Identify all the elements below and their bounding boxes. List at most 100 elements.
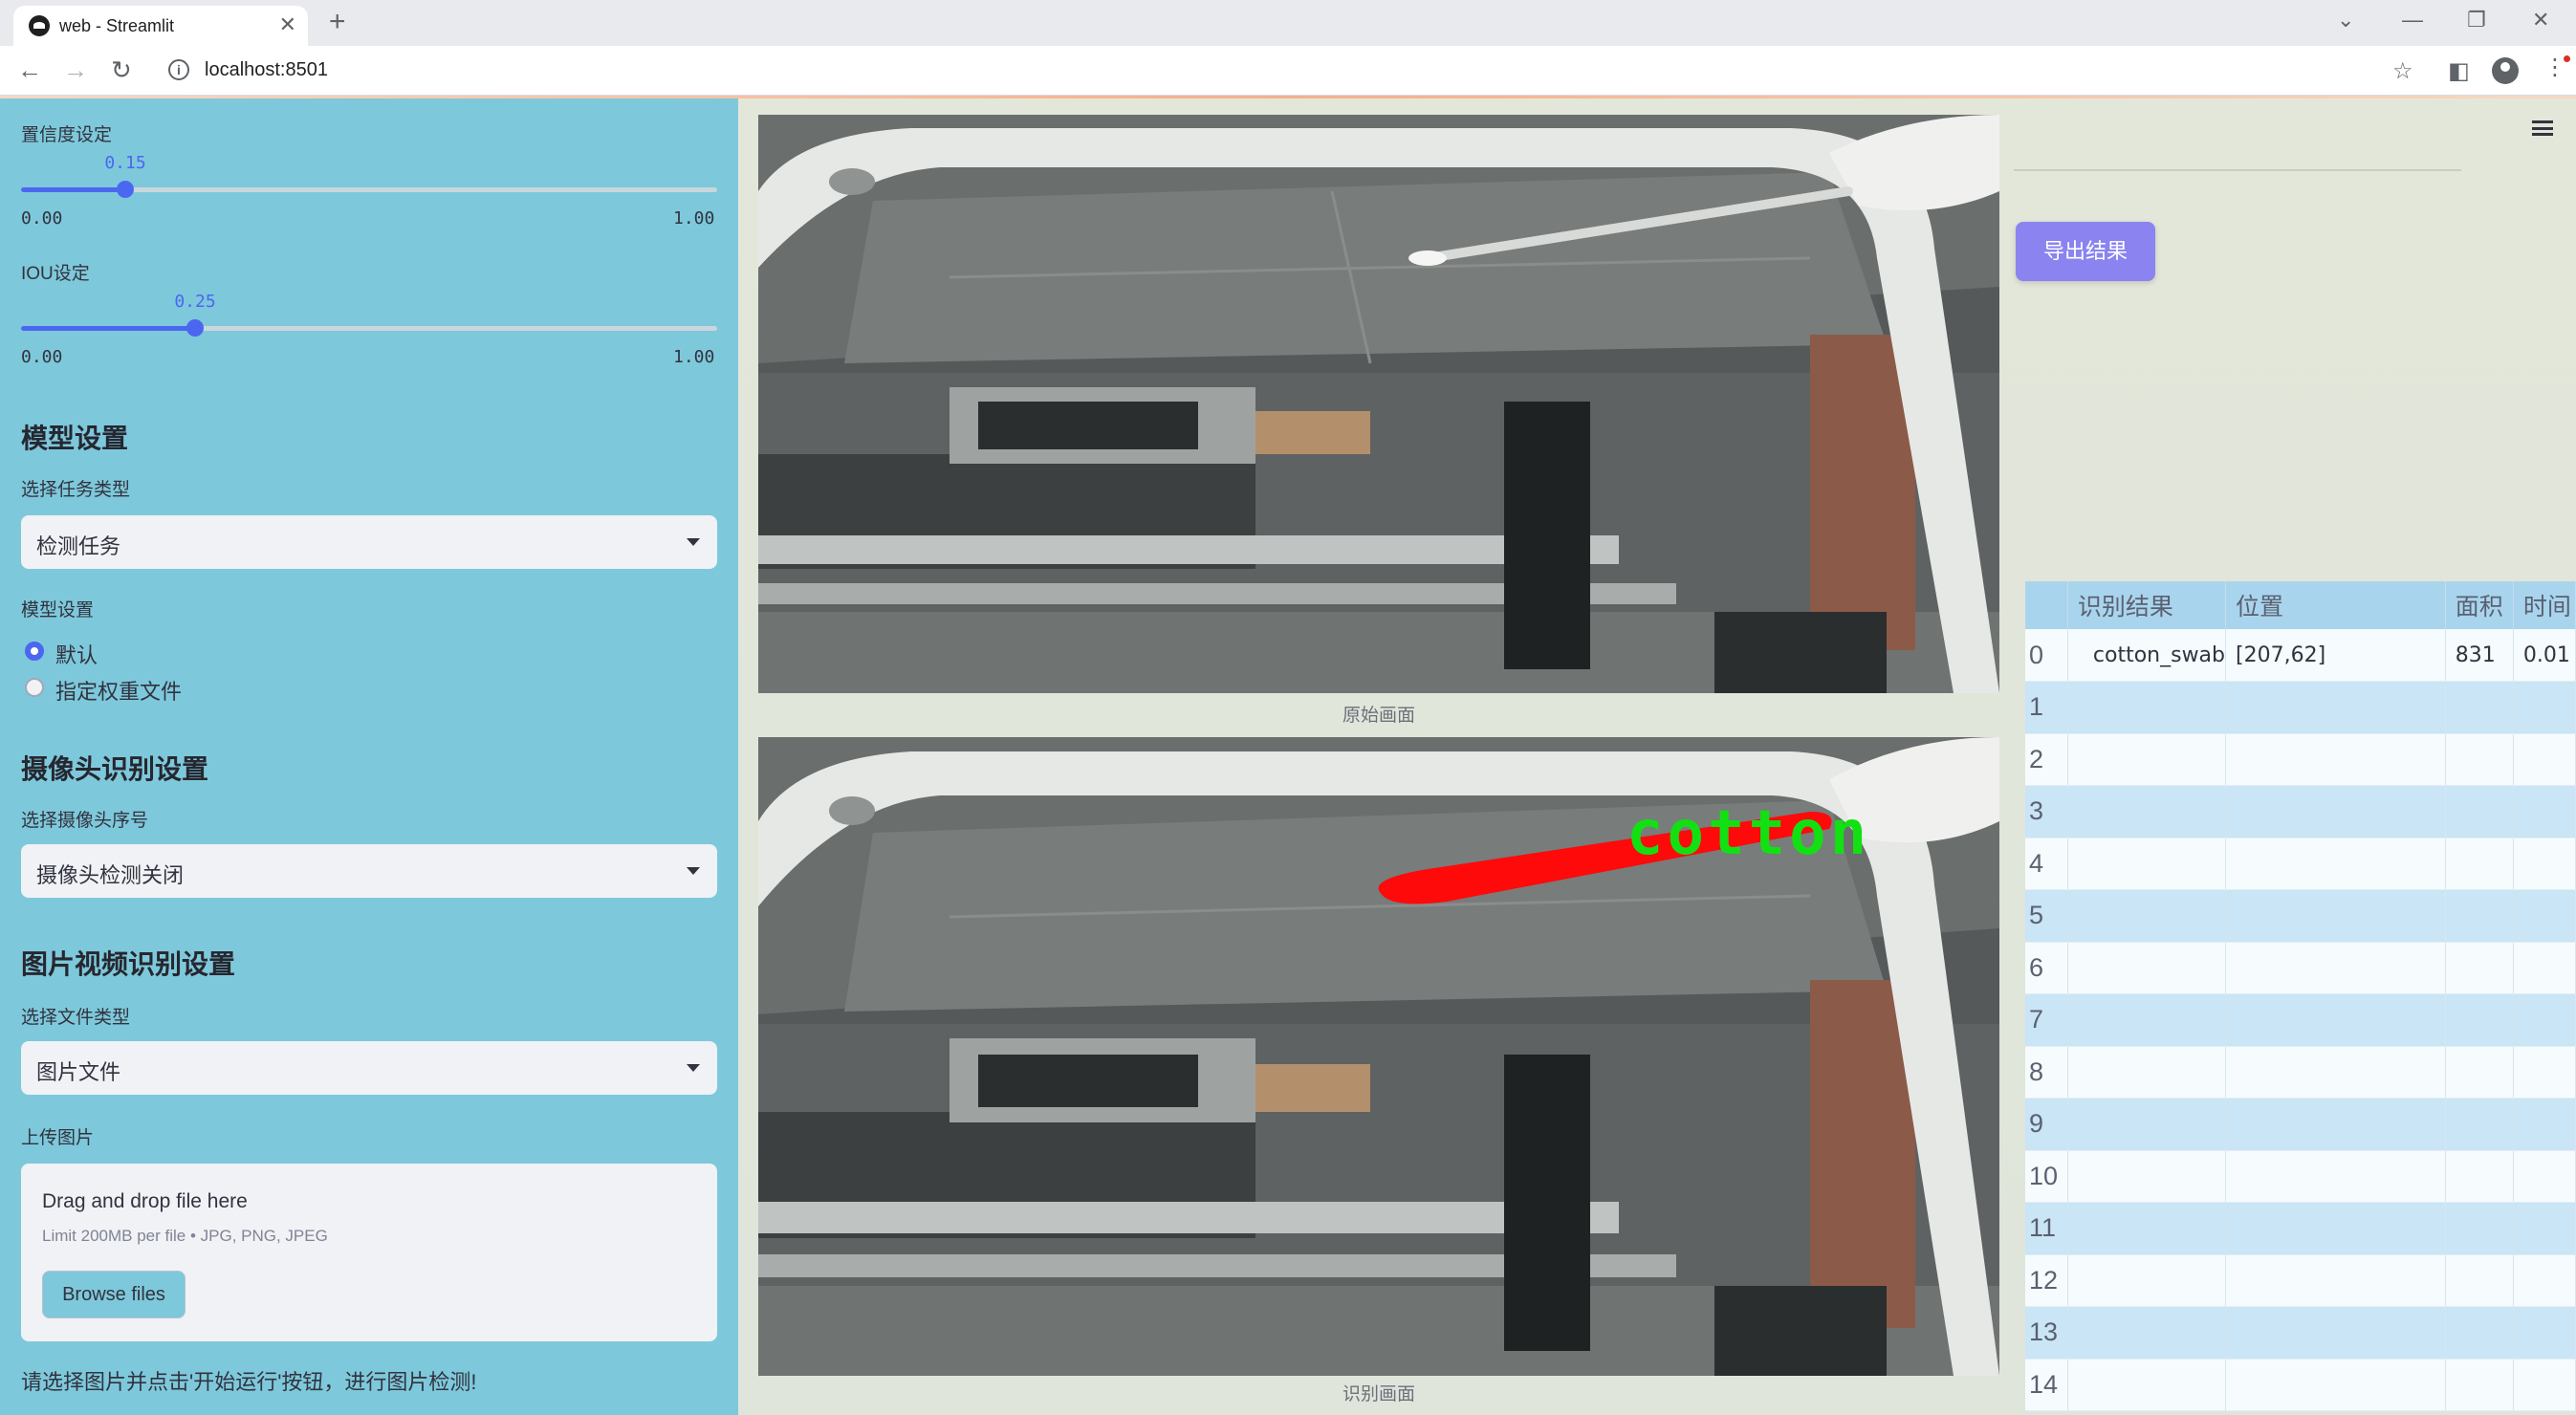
table-row[interactable]: 11 [2025, 1202, 2576, 1255]
url-field[interactable]: localhost:8501 [205, 59, 328, 81]
cell-result [2067, 1150, 2227, 1203]
table-header-row: 识别结果 位置 面积 时间 [2025, 581, 2576, 629]
browser-menu-icon[interactable]: ⋮ [2543, 54, 2570, 81]
site-info-icon[interactable]: i [168, 59, 189, 80]
original-image-caption: 原始画面 [1342, 706, 1415, 726]
iou-slider[interactable] [21, 319, 717, 337]
browser-tab[interactable]: web - Streamlit ✕ [13, 6, 308, 46]
row-index: 3 [2025, 785, 2068, 838]
file-type-value: 图片文件 [36, 1060, 121, 1084]
model-section-heading: 模型设置 [21, 424, 129, 453]
cell-time: 0.01 [2513, 629, 2576, 682]
table-header-area[interactable]: 面积 [2445, 581, 2514, 629]
radio-custom-weights-label: 指定权重文件 [55, 680, 183, 704]
cell-time [2513, 942, 2576, 994]
back-icon[interactable]: ← [17, 55, 42, 84]
tab-search-icon[interactable]: ⌄ [2337, 8, 2354, 33]
row-index: 1 [2025, 681, 2068, 734]
browse-files-button[interactable]: Browse files [42, 1271, 186, 1318]
export-results-button[interactable]: 导出结果 [2016, 222, 2155, 281]
tab-title: web - Streamlit [59, 16, 175, 35]
file-uploader-dropzone[interactable]: Drag and drop file here Limit 200MB per … [21, 1164, 717, 1341]
table-row[interactable]: 10 [2025, 1150, 2576, 1203]
cell-area [2445, 1098, 2514, 1151]
cell-area [2445, 1306, 2514, 1360]
cell-time [2513, 681, 2576, 734]
confidence-slider[interactable] [21, 181, 717, 198]
row-index: 8 [2025, 1046, 2068, 1099]
results-table[interactable]: 识别结果 位置 面积 时间 0 cotton_swab [207,62] 831 0.0… [2025, 581, 2576, 1415]
camera-select[interactable]: 摄像头检测关闭 [21, 844, 717, 898]
result-image: cotton [758, 737, 1999, 1376]
hamburger-menu-icon[interactable] [2532, 120, 2553, 136]
table-row[interactable]: 3 [2025, 785, 2576, 838]
reload-icon[interactable]: ↻ [111, 55, 132, 84]
task-type-select[interactable]: 检测任务 [21, 515, 717, 569]
cell-result [2067, 1046, 2227, 1099]
row-index: 6 [2025, 942, 2068, 994]
sidebar-hint: 请选择图片并点击'开始运行'按钮，进行图片检测! [21, 1370, 477, 1394]
streamlit-favicon-icon [29, 15, 50, 36]
table-header-time[interactable]: 时间 [2513, 581, 2576, 629]
cell-position [2225, 1150, 2446, 1203]
row-index: 13 [2025, 1306, 2068, 1360]
table-row[interactable]: 0 cotton_swab [207,62] 831 0.01 [2025, 629, 2576, 682]
minimize-icon[interactable]: — [2402, 8, 2423, 33]
cell-time [2513, 1359, 2576, 1411]
table-row[interactable]: 7 [2025, 993, 2576, 1047]
cell-position [2225, 733, 2446, 786]
cell-time [2513, 1098, 2576, 1151]
model-label: 模型设置 [21, 600, 95, 620]
iou-min: 0.00 [21, 347, 63, 367]
cell-result [2067, 733, 2227, 786]
radio-checked-icon[interactable] [25, 642, 44, 661]
cell-area [2445, 733, 2514, 786]
close-window-icon[interactable]: ✕ [2532, 8, 2549, 33]
cell-result [2067, 1306, 2227, 1360]
table-row[interactable]: 9 [2025, 1098, 2576, 1151]
close-tab-icon[interactable]: ✕ [279, 12, 296, 37]
file-type-select[interactable]: 图片文件 [21, 1041, 717, 1095]
radio-default-label: 默认 [55, 643, 98, 667]
profile-avatar-icon[interactable] [2492, 57, 2519, 84]
cell-time [2513, 733, 2576, 786]
cell-position [2225, 1359, 2446, 1411]
cell-result [2067, 942, 2227, 994]
table-row[interactable]: 13 [2025, 1306, 2576, 1360]
table-row[interactable]: 5 [2025, 889, 2576, 943]
cell-position [2225, 993, 2446, 1047]
table-row[interactable]: 1 [2025, 681, 2576, 734]
camera-value: 摄像头检测关闭 [36, 863, 185, 887]
table-row[interactable]: 12 [2025, 1254, 2576, 1307]
cell-area [2445, 1150, 2514, 1203]
table-row[interactable]: 8 [2025, 1046, 2576, 1099]
table-row[interactable]: 2 [2025, 733, 2576, 786]
cell-result [2067, 681, 2227, 734]
table-row[interactable]: 14 [2025, 1359, 2576, 1411]
new-tab-icon[interactable]: + [329, 6, 346, 38]
table-header-position[interactable]: 位置 [2225, 581, 2446, 629]
address-bar: ← → ↻ i localhost:8501 ☆ ◧ ⋮ [0, 46, 2576, 96]
cell-result [2067, 889, 2227, 943]
row-index: 0 [2025, 629, 2068, 682]
cell-position [2225, 681, 2446, 734]
forward-icon[interactable]: → [63, 55, 88, 84]
row-index: 7 [2025, 993, 2068, 1047]
table-row[interactable]: 4 [2025, 838, 2576, 890]
cell-time [2513, 1150, 2576, 1203]
row-index: 11 [2025, 1202, 2068, 1255]
bookmark-star-icon[interactable]: ☆ [2392, 57, 2413, 85]
cell-time [2513, 889, 2576, 943]
row-index: 12 [2025, 1254, 2068, 1307]
table-row[interactable]: 6 [2025, 942, 2576, 994]
iou-slider-thumb[interactable] [186, 319, 204, 337]
cell-result [2067, 1202, 2227, 1255]
confidence-slider-thumb[interactable] [117, 181, 135, 198]
restore-icon[interactable]: ❐ [2467, 8, 2486, 33]
cell-area [2445, 993, 2514, 1047]
table-header-result[interactable]: 识别结果 [2067, 581, 2227, 629]
upload-title: Drag and drop file here [42, 1190, 248, 1212]
cell-time [2513, 1202, 2576, 1255]
side-panel-icon[interactable]: ◧ [2448, 57, 2470, 85]
radio-unchecked-icon[interactable] [25, 678, 44, 697]
